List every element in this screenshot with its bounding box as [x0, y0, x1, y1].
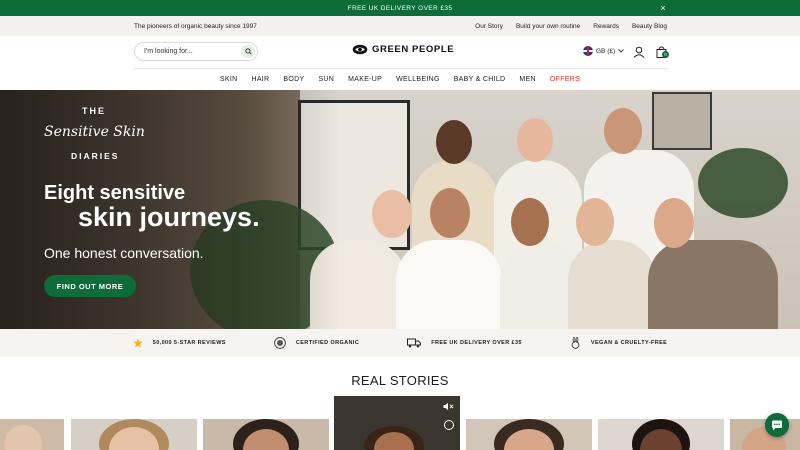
hero-brand-diaries: DIARIES	[71, 151, 120, 161]
organic-badge-icon	[274, 337, 286, 349]
usp-vegan: VEGAN & CRUELTY-FREE	[570, 337, 667, 349]
chat-bubble-icon	[772, 420, 782, 430]
close-icon[interactable]: ×	[660, 2, 666, 14]
search-input[interactable]: I'm looking for...	[134, 42, 258, 61]
person-back-1-face	[436, 120, 472, 164]
story-card-face	[4, 425, 42, 450]
person-front-2	[396, 240, 502, 329]
locale-label: GB (£)	[596, 47, 616, 55]
rabbit-icon	[571, 337, 580, 349]
link-our-story[interactable]: Our Story	[475, 23, 503, 30]
link-beauty-blog[interactable]: Beauty Blog	[632, 23, 667, 30]
chevron-down-icon	[618, 49, 624, 53]
announcement-text: FREE UK DELIVERY OVER £35	[347, 4, 453, 12]
nav-item-skin[interactable]: SKIN	[220, 76, 238, 83]
link-rewards[interactable]: Rewards	[593, 23, 619, 30]
delivery-truck-icon	[407, 338, 422, 348]
utility-links: Our Story Build your own routine Rewards…	[475, 23, 667, 30]
story-card[interactable]	[466, 419, 592, 450]
link-build-routine[interactable]: Build your own routine	[516, 23, 580, 30]
star-icon	[133, 338, 143, 348]
mute-icon[interactable]	[443, 402, 454, 411]
chat-button[interactable]	[765, 413, 789, 437]
account-button[interactable]	[633, 45, 645, 63]
nav-item-wellbeing[interactable]: WELLBEING	[396, 76, 440, 83]
story-card[interactable]	[71, 419, 197, 450]
search-placeholder: I'm looking for...	[144, 48, 193, 55]
nav-item-sun[interactable]: SUN	[318, 76, 334, 83]
story-video[interactable]	[334, 396, 460, 450]
person-back-3-face	[604, 108, 642, 154]
person-front-4-face	[576, 198, 614, 246]
nav-item-make-up[interactable]: MAKE-UP	[348, 76, 382, 83]
nav-item-body[interactable]: BODY	[283, 76, 304, 83]
find-out-more-button[interactable]: FIND OUT MORE	[44, 275, 136, 297]
logo-wordmark: GREEN PEOPLE	[372, 44, 455, 55]
main-nav: SKIN HAIR BODY SUN MAKE-UP WELLBEING BAB…	[0, 69, 800, 90]
locale-selector[interactable]: GB (£)	[583, 46, 624, 56]
story-card[interactable]	[598, 419, 724, 450]
nav-item-hair[interactable]: HAIR	[251, 76, 269, 83]
story-card[interactable]	[0, 419, 64, 450]
person-front-5-face	[654, 198, 694, 248]
usp-delivery: FREE UK DELIVERY OVER £35	[407, 338, 522, 348]
person-back-2-face	[517, 118, 553, 162]
pause-control-icon[interactable]	[444, 420, 454, 430]
person-front-1-face	[372, 190, 412, 238]
nav-item-baby-child[interactable]: BABY & CHILD	[454, 76, 506, 83]
usp-bar: 50,000 5-STAR REVIEWS CERTIFIED ORGANIC …	[0, 329, 800, 357]
usp-reviews: 50,000 5-STAR REVIEWS	[133, 338, 226, 348]
basket-count-badge: 0	[662, 51, 669, 58]
hero-artwork-frame-small	[652, 92, 712, 150]
hero-subhead: One honest conversation.	[44, 245, 204, 261]
person-front-2-face	[430, 188, 470, 238]
utility-bar: The pioneers of organic beauty since 199…	[0, 16, 800, 36]
real-stories-title: REAL STORIES	[351, 373, 449, 388]
story-card[interactable]	[203, 419, 329, 450]
plant-right	[698, 148, 788, 218]
search-button[interactable]	[241, 45, 255, 58]
tagline: The pioneers of organic beauty since 199…	[134, 22, 257, 30]
announcement-bar: FREE UK DELIVERY OVER £35 ×	[0, 0, 800, 16]
hero-brand-script: Sensitive Skin	[44, 124, 145, 140]
usp-reviews-label: 50,000 5-STAR REVIEWS	[152, 340, 226, 346]
green-people-logo-icon	[352, 44, 368, 55]
site-logo[interactable]: GREEN PEOPLE	[352, 44, 454, 55]
usp-vegan-label: VEGAN & CRUELTY-FREE	[590, 340, 668, 346]
usp-organic: CERTIFIED ORGANIC	[274, 337, 359, 349]
usp-organic-label: CERTIFIED ORGANIC	[295, 340, 360, 346]
usp-delivery-label: FREE UK DELIVERY OVER £35	[431, 340, 522, 346]
person-front-5	[648, 240, 778, 329]
uk-flag-icon	[583, 46, 593, 56]
person-front-4	[568, 240, 656, 329]
nav-item-men[interactable]: MEN	[519, 76, 535, 83]
hero-brand-the: THE	[82, 106, 106, 116]
basket-button[interactable]: 0	[656, 45, 669, 63]
user-icon	[633, 46, 645, 58]
nav-item-offers[interactable]: OFFERS	[550, 76, 580, 83]
person-front-3-face	[511, 198, 549, 246]
hero-headline-line-2: skin journeys.	[78, 202, 260, 232]
search-icon	[244, 48, 252, 55]
